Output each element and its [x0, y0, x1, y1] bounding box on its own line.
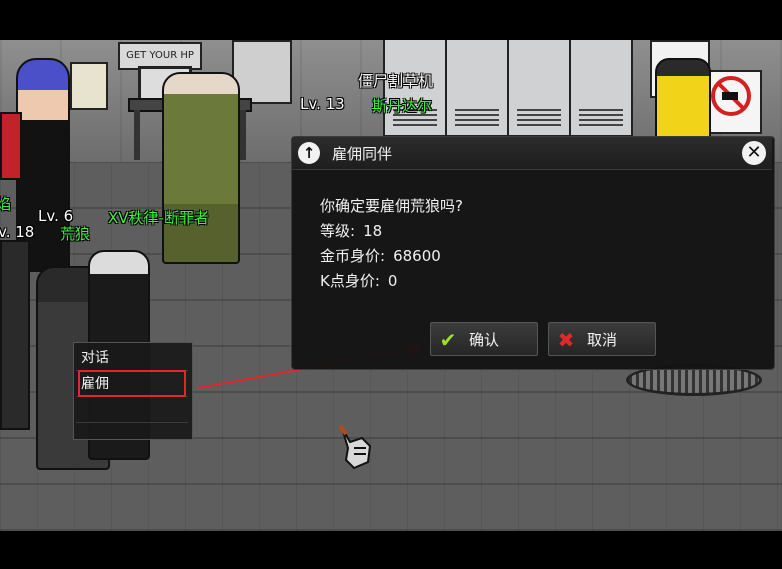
npc-title-xv: XV秩律-断罪者	[108, 209, 209, 227]
confirm-question: 你确定要雇佣荒狼吗?	[320, 197, 463, 215]
npc-edge-figure[interactable]	[0, 240, 30, 430]
menu-item-talk[interactable]: 对话	[76, 345, 188, 371]
level-row: 等级: 18	[320, 220, 382, 241]
cancel-button[interactable]: ✖ 取消	[548, 322, 656, 356]
npc-yellow-jacket[interactable]	[655, 58, 711, 142]
gold-price-row: 金币身价: 68600	[320, 245, 441, 266]
npc-title-stendhal: 斯丹达尔	[372, 97, 433, 115]
confirm-label: 确认	[468, 331, 499, 349]
npc-red-guitar	[0, 112, 22, 180]
dialog-title: 雇佣同伴	[332, 145, 393, 163]
gold-price-value: 68600	[393, 247, 441, 265]
desk-leg	[240, 110, 246, 160]
npc-name-huanglang: 荒狼	[60, 225, 91, 243]
no-dog-icon	[711, 76, 751, 116]
arrow-up-icon[interactable]: ↑	[298, 142, 320, 164]
gold-price-label: 金币身价:	[320, 247, 386, 265]
dialog-header: ↑ 雇佣同伴 ✕	[292, 137, 772, 170]
warning-poster	[704, 70, 762, 134]
desk-leg	[134, 110, 140, 160]
level-value: 18	[363, 222, 383, 240]
npc-level-top: Lv. 13	[300, 95, 345, 113]
poster	[70, 62, 108, 110]
level-label: 等级:	[320, 222, 356, 240]
poster	[232, 40, 292, 104]
hire-companion-dialog: ↑ 雇佣同伴 ✕ 你确定要雇佣荒狼吗? 等级: 18 金币身价: 68600 K点身…	[291, 136, 775, 370]
k-price-value: 0	[387, 272, 398, 290]
npc-soldier-sitting[interactable]	[162, 72, 240, 264]
k-price-row: K点身价: 0	[320, 270, 397, 291]
k-price-label: K点身价:	[320, 272, 380, 290]
npc-level-huanglang: v. 18	[0, 223, 35, 241]
locker	[507, 40, 571, 137]
confirm-button[interactable]: ✔ 确认	[430, 322, 538, 356]
npc-name-edge: 焰	[0, 195, 12, 213]
locker	[569, 40, 633, 137]
cancel-label: 取消	[586, 331, 617, 349]
close-icon[interactable]: ✕	[742, 141, 766, 165]
menu-item-empty[interactable]	[76, 397, 188, 423]
locker	[445, 40, 509, 137]
letterbox-top	[0, 0, 782, 40]
letterbox-bottom	[0, 531, 782, 569]
hand-cursor-icon	[338, 424, 372, 470]
hire-highlight-box	[78, 370, 186, 397]
npc-name-zombie-mower: 僵尸割草机	[358, 72, 434, 90]
